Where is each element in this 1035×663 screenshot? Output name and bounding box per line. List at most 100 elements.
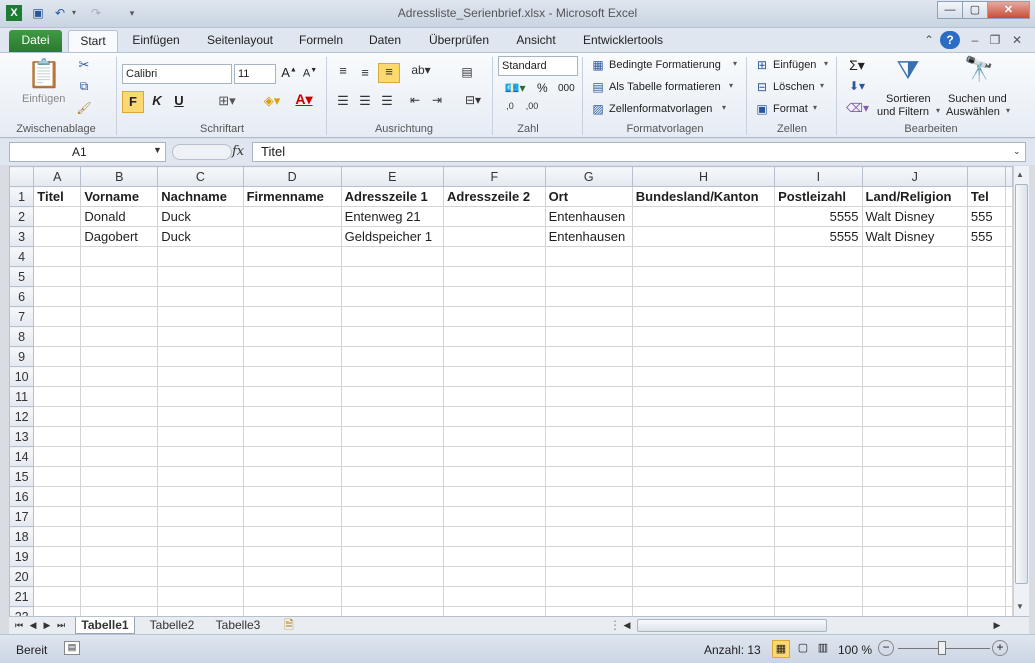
row-header[interactable]: 12 [9,406,35,427]
sort-filter-icon[interactable]: ⧩ [890,55,926,87]
minimize-button[interactable]: — [937,1,963,19]
cell[interactable] [33,446,82,467]
cell[interactable] [861,326,968,347]
cell[interactable] [631,566,776,587]
cell[interactable] [340,606,444,616]
cell[interactable] [631,426,776,447]
cell[interactable] [340,586,444,607]
cell[interactable] [544,286,633,307]
cell[interactable] [157,566,244,587]
worksheet-grid[interactable]: ABCDEFGHIJ 1 Titel Vorname Nachname Firmenna… [9,166,1013,616]
column-header[interactable]: H [631,166,776,187]
cell[interactable] [1005,566,1013,587]
expand-formula-bar-icon[interactable]: ⌄ [1013,146,1021,157]
cell[interactable] [861,506,968,527]
cell[interactable] [966,506,1007,527]
workbook-restore-icon[interactable]: ❐ [986,30,1004,52]
row-header[interactable]: 11 [9,386,35,407]
tab-einfuegen[interactable]: Einfügen [124,30,188,52]
column-header[interactable]: F [442,166,546,187]
cell[interactable] [544,366,633,387]
cell[interactable] [33,466,82,487]
cell[interactable] [861,386,968,407]
cell[interactable] [861,526,968,547]
cell[interactable]: 555 [966,206,1007,227]
formula-bar-resize-handle[interactable] [172,144,232,160]
cell[interactable] [544,446,633,467]
cell[interactable] [80,306,159,327]
cell[interactable] [157,346,244,367]
cell[interactable] [242,266,342,287]
cell[interactable] [966,546,1007,567]
name-box-dropdown-icon[interactable]: ▼ [153,145,162,155]
cell[interactable]: Donald [80,206,159,227]
cell[interactable] [1005,526,1013,547]
merge-center-icon[interactable]: ⊟▾ [458,93,488,107]
border-icon[interactable]: ⊞▾ [214,93,240,109]
row-header[interactable]: 3 [9,226,35,247]
cell[interactable]: Adresszeile 2 [442,186,546,207]
cell[interactable] [242,426,342,447]
cell[interactable] [33,286,82,307]
align-middle-icon[interactable]: ≡ [356,65,374,80]
cell[interactable] [340,266,444,287]
cell[interactable] [966,286,1007,307]
cell[interactable] [33,606,82,616]
cell[interactable] [80,406,159,427]
cell[interactable] [861,446,968,467]
cell[interactable] [544,326,633,347]
cell[interactable] [33,266,82,287]
cell[interactable] [442,386,546,407]
copy-icon[interactable]: ⧉ [76,79,92,94]
cell[interactable] [33,386,82,407]
formula-input[interactable]: Titel [252,142,1026,162]
cell[interactable] [544,606,633,616]
cell[interactable] [966,426,1007,447]
column-header[interactable]: D [242,166,342,187]
cell[interactable] [340,346,444,367]
cell-styles-icon[interactable]: ▨ [590,102,606,116]
prev-sheet-icon[interactable]: ◀ [27,617,39,634]
sort-filter-label-1[interactable]: Sortieren [886,93,931,105]
cell[interactable] [80,386,159,407]
cell[interactable] [966,306,1007,327]
cell[interactable] [80,606,159,616]
format-painter-icon[interactable]: 🖌 [76,101,92,115]
cell[interactable] [157,506,244,527]
cell[interactable]: Geldspeicher 1 [340,226,444,247]
align-left-icon[interactable]: ☰ [334,93,352,109]
close-button[interactable]: ✕ [987,1,1030,19]
cell[interactable] [544,486,633,507]
cell[interactable] [340,506,444,527]
cell[interactable] [861,366,968,387]
cell[interactable] [242,226,342,247]
cell[interactable]: Vorname [80,186,159,207]
cell[interactable] [442,586,546,607]
cell[interactable] [33,566,82,587]
cell[interactable] [631,606,776,616]
cell[interactable]: Firmenname [242,186,342,207]
sort-filter-label-2[interactable]: und Filtern [877,106,929,118]
cell[interactable] [340,286,444,307]
cell[interactable] [242,546,342,567]
row-header[interactable]: 15 [9,466,35,487]
currency-icon[interactable]: 💶▾ [500,81,530,95]
cell[interactable] [631,526,776,547]
row-header[interactable]: 18 [9,526,35,547]
cell[interactable]: Duck [157,206,244,227]
tab-split-handle[interactable]: ⋮ [609,617,621,634]
cell[interactable] [861,286,968,307]
tab-formeln[interactable]: Formeln [290,30,352,52]
maximize-button[interactable]: ▢ [962,1,988,19]
cell[interactable] [631,346,776,367]
cell[interactable] [33,506,82,527]
cell[interactable] [774,346,863,367]
find-select-label-1[interactable]: Suchen und [948,93,1007,105]
cell[interactable] [80,506,159,527]
cell[interactable] [1005,306,1013,327]
orientation-icon[interactable]: ab▾ [408,63,434,77]
cell[interactable] [33,526,82,547]
tab-datei[interactable]: Datei [9,30,62,52]
cell[interactable] [33,546,82,567]
align-top-icon[interactable]: ≡ [334,63,352,78]
